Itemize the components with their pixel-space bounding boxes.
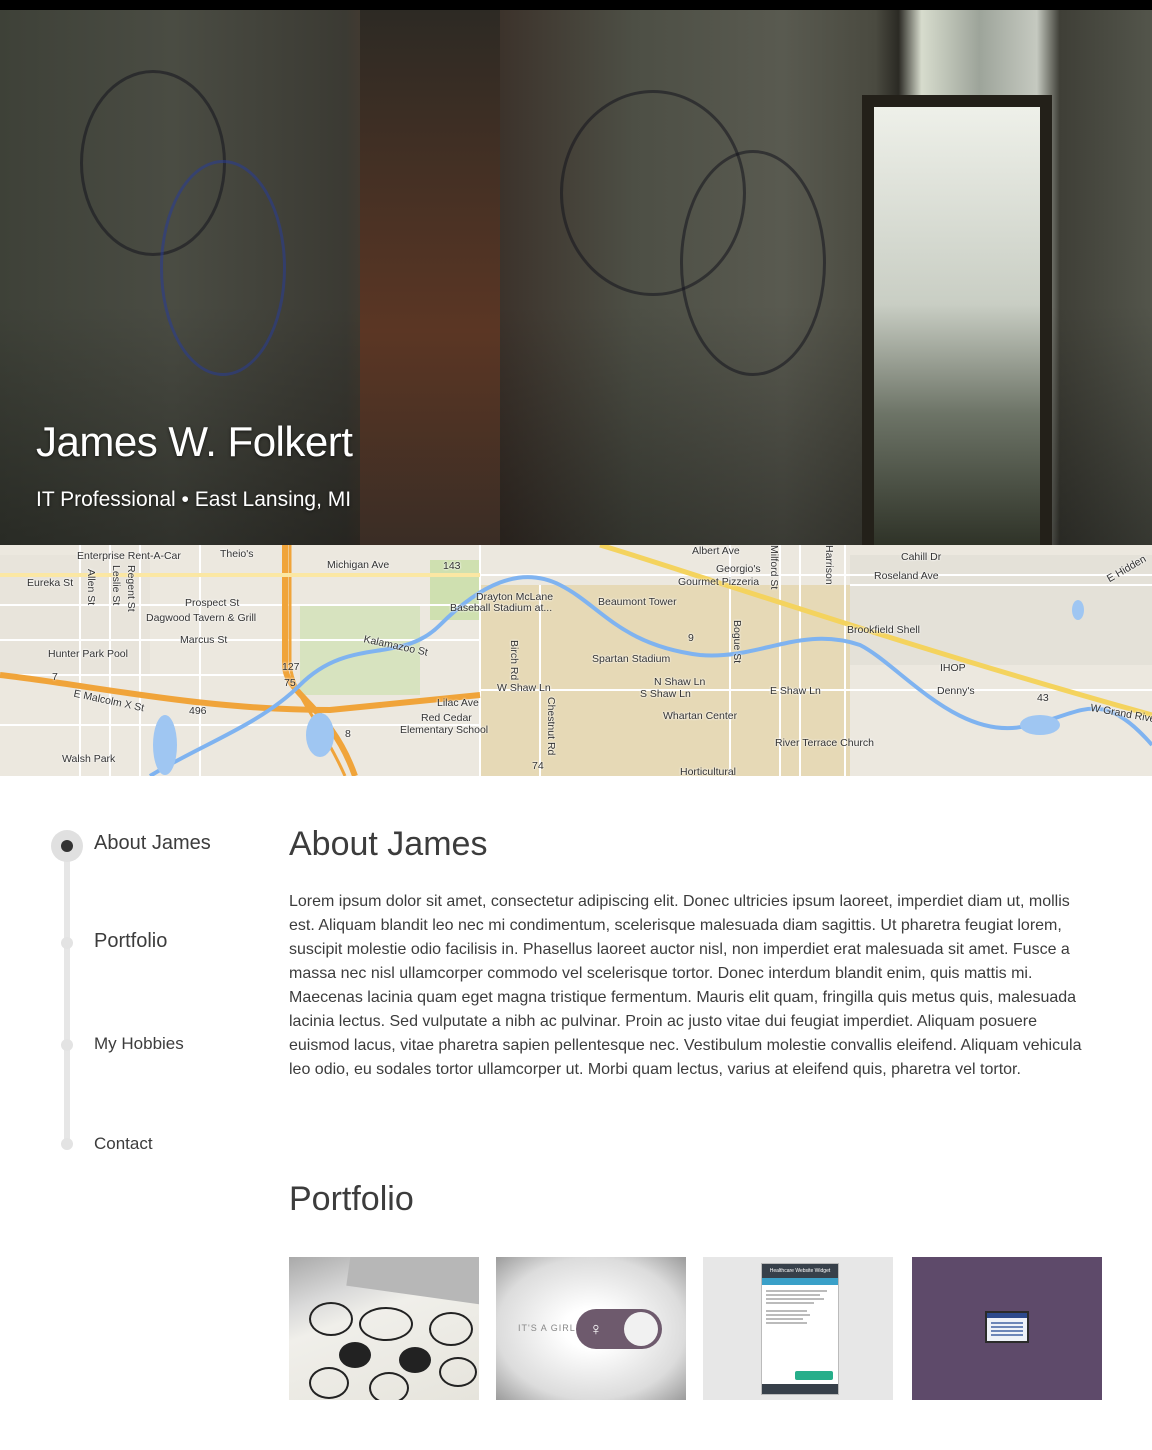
toggle-knob: [624, 1312, 658, 1346]
map-graphic: [0, 545, 1152, 776]
portfolio-thumb-widget[interactable]: Healthcare Website Widget: [703, 1257, 893, 1400]
sketch-circle: [339, 1342, 371, 1368]
map-label: Prospect St: [185, 597, 240, 609]
sketch-circle: [309, 1367, 349, 1399]
map-label: Brookfield Shell: [847, 624, 920, 636]
toggle-switch: ♀: [576, 1309, 662, 1349]
map-label: E Shaw Ln: [770, 685, 821, 697]
widget-lines: [762, 1285, 838, 1329]
map-label: Lilac Ave: [437, 697, 479, 709]
map-label: W Shaw Ln: [497, 682, 551, 694]
map-label: Walsh Park: [62, 753, 116, 765]
map-label: 75: [284, 677, 296, 689]
nav-item-hobbies[interactable]: My Hobbies: [94, 1034, 184, 1054]
widget-footer: [762, 1384, 838, 1394]
top-bar: [0, 0, 1152, 10]
location-map[interactable]: Enterprise Rent-A-Car Theio's Michigan A…: [0, 545, 1152, 776]
map-label: Harrison: [823, 545, 835, 585]
map-label: Marcus St: [180, 634, 228, 646]
hero-graffiti: [680, 150, 826, 376]
timeline-dot: [61, 937, 73, 949]
map-label: Leslie St: [110, 565, 122, 606]
portfolio-title: Portfolio: [289, 1180, 414, 1218]
hero-doorway: [862, 95, 1052, 545]
sketch-circle: [369, 1372, 409, 1400]
map-label: Cahill Dr: [901, 551, 942, 563]
map-label: Horticultural: [680, 766, 737, 776]
map-label: N Shaw Ln: [654, 676, 706, 688]
nav-item-about[interactable]: About James: [94, 832, 211, 855]
toggle-label: IT'S A GIRL: [518, 1323, 576, 1333]
laptop-shape: [346, 1257, 479, 1308]
map-label: S Shaw Ln: [640, 688, 691, 700]
sketch-circle: [429, 1312, 473, 1346]
timeline-dot-active: [51, 830, 83, 862]
map-label: Georgio's: [716, 563, 761, 575]
portfolio-thumb-toggle[interactable]: IT'S A GIRL ♀: [496, 1257, 686, 1400]
map-label: Enterprise Rent-A-Car: [77, 550, 181, 562]
map-label: Gourmet Pizzeria: [678, 576, 760, 588]
about-title: About James: [289, 825, 488, 863]
map-label: Dagwood Tavern & Grill: [146, 612, 257, 624]
hero-banner: James W. Folkert IT Professional • East …: [0, 10, 1152, 545]
map-label: 127: [282, 661, 300, 673]
map-label: Regent St: [125, 565, 137, 612]
map-label: Denny's: [937, 685, 975, 697]
sketch-circle: [359, 1307, 413, 1341]
portfolio-thumb-sketches[interactable]: [289, 1257, 479, 1400]
widget-button: [795, 1371, 833, 1380]
screen-mockup: [985, 1311, 1029, 1343]
map-label: 74: [532, 760, 544, 772]
hero-subtitle: IT Professional • East Lansing, MI: [36, 488, 352, 511]
map-label: Spartan Stadium: [592, 653, 671, 665]
map-label: Eureka St: [27, 577, 74, 589]
nav-item-contact[interactable]: Contact: [94, 1134, 153, 1154]
map-label: Roseland Ave: [874, 570, 939, 582]
map-label: IHOP: [940, 662, 966, 674]
widget-header: Healthcare Website Widget: [762, 1264, 838, 1278]
hero-name: James W. Folkert: [36, 418, 353, 465]
widget-mockup: Healthcare Website Widget: [761, 1263, 839, 1395]
map-label: 496: [189, 705, 207, 717]
girl-icon: ♀: [589, 1319, 603, 1339]
map-label: Elementary School: [400, 724, 489, 736]
map-label: Theio's: [220, 548, 254, 560]
timeline-dot: [61, 1138, 73, 1150]
sketch-circle: [309, 1302, 353, 1336]
hero-graffiti: [160, 160, 286, 376]
map-label: Chestnut Rd: [545, 697, 557, 756]
map-label: River Terrace Church: [775, 737, 875, 749]
map-label: 8: [345, 728, 351, 740]
widget-tabbar: [762, 1278, 838, 1285]
map-label: Beaumont Tower: [598, 596, 677, 608]
hero-pillar-left: [360, 10, 500, 545]
sketch-circle: [439, 1357, 477, 1387]
map-label: Red Cedar: [421, 712, 472, 724]
map-label: Birch Rd: [508, 640, 520, 681]
map-label: 43: [1037, 692, 1049, 704]
map-label: 7: [52, 671, 58, 683]
map-label: Bogue St: [731, 620, 743, 664]
map-label: Michigan Ave: [327, 559, 390, 571]
map-label: 143: [443, 560, 461, 572]
map-label: Milford St: [768, 545, 780, 590]
timeline-line: [64, 846, 70, 1146]
map-label: Whartan Center: [663, 710, 738, 722]
map-label: Allen St: [85, 569, 97, 606]
about-body: Lorem ipsum dolor sit amet, consectetur …: [289, 893, 1082, 1078]
map-label: Hunter Park Pool: [48, 648, 128, 660]
sketch-circle: [399, 1347, 431, 1373]
map-label: 9: [688, 632, 694, 644]
portfolio-thumb-screen[interactable]: [912, 1257, 1102, 1400]
map-label: Baseball Stadium at...: [450, 602, 553, 614]
timeline-dot: [61, 1039, 73, 1051]
nav-item-portfolio[interactable]: Portfolio: [94, 930, 167, 953]
map-label: Albert Ave: [692, 545, 740, 557]
